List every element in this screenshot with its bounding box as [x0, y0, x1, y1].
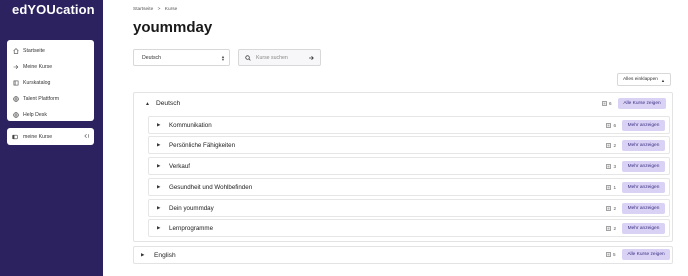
caret-right-icon: ▶: [141, 252, 145, 257]
course-count: 5: [606, 252, 616, 257]
caret-right-icon: ▶: [157, 122, 161, 127]
group-label: English: [154, 251, 176, 259]
brand-logo[interactable]: edYOUcation: [12, 2, 95, 17]
caret-right-icon: ▶: [157, 184, 161, 189]
caret-right-icon: ▶: [157, 163, 161, 168]
courses-icon: [606, 123, 612, 128]
page-title: yoummday: [133, 19, 213, 36]
courses-icon: [606, 252, 611, 257]
caret-right-icon: ▶: [157, 225, 161, 230]
group-label: Deutsch: [156, 100, 181, 107]
subcategory-row[interactable]: ▶ Gesundheit und Wohlbefinden 1 Mehr anz…: [148, 178, 670, 196]
subcategory-label: Lernprogramme: [169, 224, 214, 232]
show-more-button[interactable]: Mehr anzeigen: [622, 203, 665, 214]
show-more-button[interactable]: Mehr anzeigen: [622, 161, 665, 172]
breadcrumb-item-startseite[interactable]: Startseite: [133, 7, 153, 12]
show-more-button[interactable]: Mehr anzeigen: [622, 140, 665, 151]
courses-icon: [606, 206, 612, 211]
course-count: 6: [606, 123, 616, 128]
sidebar-item-meine-kurse[interactable]: Meine Kurse: [7, 59, 94, 75]
caret-right-icon: ▶: [157, 205, 161, 210]
show-more-button[interactable]: Mehr anzeigen: [622, 223, 665, 234]
breadcrumb: Startseite > Kurse: [133, 7, 180, 12]
courses-icon: [606, 164, 612, 169]
courses-icon: [606, 143, 612, 148]
course-count: 2: [606, 143, 616, 148]
language-select[interactable]: Deutsch ▲ ▼: [133, 49, 230, 66]
subcategory-row[interactable]: ▶ Persönliche Fähigkeiten 2 Mehr anzeige…: [148, 136, 670, 154]
courses-icon: [602, 101, 607, 106]
book-icon: [12, 80, 19, 87]
sidebar-item-talent-plattform[interactable]: Talent Plattform: [7, 91, 94, 107]
subcategory-label: Gesundheit und Wohlbefinden: [169, 183, 253, 191]
search-icon: [245, 54, 251, 61]
sidebar-item-startseite[interactable]: Startseite: [7, 43, 94, 59]
show-all-courses-button[interactable]: Alle Kurse zeigen: [618, 98, 666, 109]
group-header-deutsch[interactable]: ▲ Deutsch: [140, 95, 670, 112]
group-header-english[interactable]: ▶ English: [133, 246, 673, 264]
show-all-courses-button[interactable]: Alle Kurse zeigen: [622, 249, 670, 260]
sidebar: edYOUcation Startseite Meine Kurse Kursk…: [0, 0, 103, 276]
search-input[interactable]: Kurse suchen: [238, 49, 321, 66]
home-icon: [12, 48, 19, 55]
globe-icon: [12, 96, 19, 103]
caret-right-icon: ▶: [157, 142, 161, 147]
sidebar-item-label: Kurskatalog: [23, 80, 51, 86]
select-arrows-icon: ▲ ▼: [221, 54, 225, 62]
show-more-button[interactable]: Mehr anzeigen: [622, 182, 665, 193]
my-courses-panel[interactable]: meine Kurse: [7, 128, 94, 145]
sidebar-item-label: Help Desk: [23, 112, 47, 118]
subcategory-row[interactable]: ▶ Verkauf 3 Mehr anzeigen: [148, 157, 670, 175]
breadcrumb-separator: >: [157, 7, 161, 12]
courses-icon: [606, 226, 612, 231]
search-submit-icon[interactable]: [308, 55, 315, 61]
my-courses-label: meine Kurse: [23, 133, 53, 140]
chevron-up-icon: ▲: [661, 78, 665, 83]
toggle-panel-icon: [12, 133, 19, 140]
collapse-all-label: Alles einklappen: [623, 77, 658, 82]
subcategory-row[interactable]: ▶ Dein yoummday 2 Mehr anzeigen: [148, 199, 670, 217]
course-count: 2: [606, 206, 616, 211]
subcategory-label: Verkauf: [169, 162, 190, 170]
course-count: 1: [606, 185, 616, 190]
sidebar-item-label: Meine Kurse: [23, 64, 53, 70]
course-count: 6: [602, 101, 612, 106]
search-placeholder: Kurse suchen: [256, 54, 288, 61]
collapse-all-button[interactable]: Alles einklappen ▲: [617, 73, 671, 86]
breadcrumb-item-kurse: Kurse: [164, 7, 178, 12]
courses-icon: [606, 185, 612, 190]
subcategory-label: Dein yoummday: [169, 204, 214, 212]
subcategory-label: Persönliche Fähigkeiten: [169, 141, 236, 149]
course-count: 2: [606, 226, 616, 231]
subcategory-row[interactable]: ▶ Lernprogramme 2 Mehr anzeigen: [148, 219, 670, 237]
subcategory-row[interactable]: ▶ Kommunikation 6 Mehr anzeigen: [148, 116, 670, 134]
collapse-sidebar-icon[interactable]: [83, 133, 89, 139]
subcategory-label: Kommunikation: [169, 121, 212, 129]
sidebar-item-kurskatalog[interactable]: Kurskatalog: [7, 75, 94, 91]
nav-menu: Startseite Meine Kurse Kurskatalog Talen…: [7, 40, 94, 121]
caret-up-icon: ▲: [145, 100, 150, 107]
sidebar-item-label: Talent Plattform: [23, 96, 60, 102]
show-more-button[interactable]: Mehr anzeigen: [622, 120, 665, 131]
arrow-right-icon: [12, 64, 19, 71]
course-count: 3: [606, 164, 616, 169]
sidebar-item-label: Startseite: [23, 48, 45, 54]
sidebar-item-help-desk[interactable]: Help Desk: [7, 107, 94, 123]
globe-icon: [12, 112, 19, 119]
language-select-value: Deutsch: [142, 54, 162, 61]
